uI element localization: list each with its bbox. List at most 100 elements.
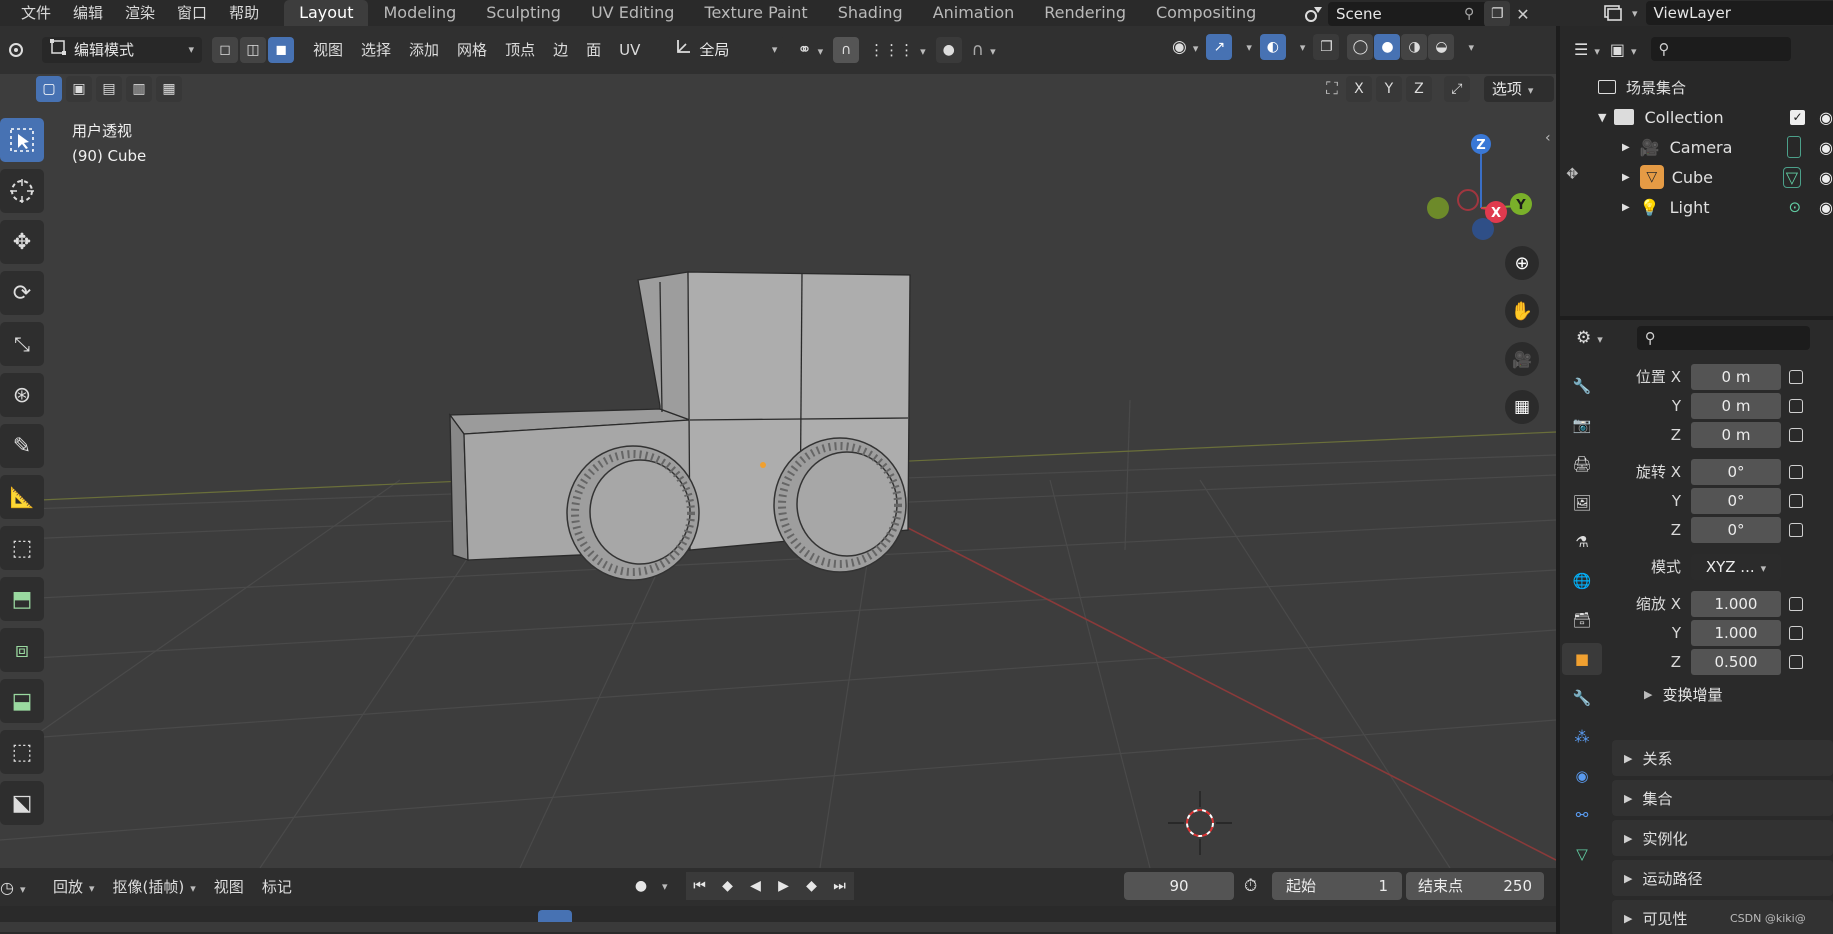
world-tab-icon[interactable]: 🌐: [1562, 565, 1602, 597]
render-tab-icon[interactable]: 📷: [1562, 409, 1602, 441]
timeline-view-menu[interactable]: 视图: [205, 873, 253, 901]
timeline-ruler[interactable]: [0, 906, 1556, 934]
pan-hand-icon[interactable]: ✋: [1505, 294, 1539, 328]
pivot-icon[interactable]: ⚭ ▾: [797, 40, 823, 60]
snap-increment-icon[interactable]: ⋮⋮⋮ ▾: [869, 41, 926, 59]
checkbox-icon[interactable]: ✓: [1790, 109, 1806, 125]
hierarchy-icon[interactable]: ⛖: [1566, 164, 1579, 184]
instancing-section[interactable]: ▶ 实例化: [1612, 820, 1833, 856]
menu-window[interactable]: 窗口: [166, 0, 218, 26]
move-tool-icon[interactable]: ✥: [0, 220, 44, 264]
outliner-scene-collection[interactable]: 场景集合: [1560, 72, 1833, 102]
end-frame-field[interactable]: 结束点 250: [1406, 872, 1544, 900]
proportional-edit-icon[interactable]: ●: [935, 37, 962, 63]
output-tab-icon[interactable]: 🖨: [1562, 448, 1602, 480]
properties-search-input[interactable]: ⚲: [1636, 326, 1810, 350]
perspective-toggle-icon[interactable]: ▦: [1505, 390, 1539, 424]
transform-tool-icon[interactable]: ⊛: [0, 373, 44, 417]
lock-icon[interactable]: [1789, 522, 1803, 537]
relations-section[interactable]: ▶ 关系: [1612, 740, 1833, 776]
timeline-scrollbar[interactable]: [0, 922, 1556, 932]
transform-orientation-dropdown[interactable]: 全局 ▾: [667, 37, 786, 63]
cursor-tool-icon[interactable]: [0, 169, 44, 213]
gizmo-icon[interactable]: ↗: [1206, 34, 1233, 60]
axis-z-toggle[interactable]: Z: [1405, 76, 1432, 102]
sidebar-toggle-icon[interactable]: ‹: [1545, 130, 1551, 146]
lock-icon[interactable]: [1789, 493, 1803, 508]
lock-icon[interactable]: [1789, 464, 1803, 479]
record-icon[interactable]: ●: [626, 872, 656, 900]
eye-icon[interactable]: ◉: [1819, 168, 1833, 187]
outliner-search-input[interactable]: ⚲: [1650, 37, 1791, 61]
menu-add[interactable]: 添加: [400, 36, 448, 64]
view-layer-icon[interactable]: [1600, 1, 1626, 25]
new-scene-icon[interactable]: ❐: [1484, 1, 1511, 27]
next-keyframe-icon[interactable]: ◆: [797, 872, 826, 900]
location-z-field[interactable]: 0 m: [1691, 421, 1781, 448]
tab-animation[interactable]: Animation: [918, 0, 1030, 26]
xray-icon[interactable]: ❐: [1313, 34, 1340, 60]
play-icon[interactable]: ▶: [769, 872, 798, 900]
outliner-item-light[interactable]: ▶ 💡 Light ⊙ ◉: [1560, 192, 1833, 222]
camera-view-icon[interactable]: 🎥: [1505, 342, 1539, 376]
modifier-tab-icon[interactable]: 🔧: [1562, 682, 1602, 714]
menu-edge[interactable]: 边: [544, 36, 577, 64]
scale-x-field[interactable]: 1.000: [1691, 590, 1781, 617]
close-scene-icon[interactable]: ✕: [1516, 5, 1529, 24]
edge-select-icon[interactable]: ◫: [240, 37, 266, 63]
collapse-triangle-icon[interactable]: ▼: [1598, 111, 1606, 124]
knife-tool-icon[interactable]: ⬕: [0, 781, 44, 825]
outliner-collection[interactable]: ▼ Collection ✓ ◉: [1560, 102, 1833, 132]
chevron-down-icon[interactable]: ▾: [1300, 41, 1306, 54]
outliner-item-cube[interactable]: ▶ ▽ Cube ▽ ◉: [1560, 162, 1833, 192]
rotation-z-field[interactable]: 0°: [1691, 516, 1781, 543]
expand-triangle-icon[interactable]: ▶: [1622, 202, 1630, 213]
timeline-editor-icon[interactable]: ◷ ▾: [0, 878, 30, 897]
scale-y-field[interactable]: 1.000: [1691, 619, 1781, 646]
rotation-mode-dropdown[interactable]: XYZ ... ▾: [1691, 553, 1781, 580]
scale-z-field[interactable]: 0.500: [1691, 648, 1781, 675]
menu-render[interactable]: 渲染: [114, 0, 166, 26]
tab-layout[interactable]: Layout: [284, 0, 369, 26]
chevron-down-icon[interactable]: ▾: [1246, 41, 1252, 54]
chevron-down-icon[interactable]: ▾: [662, 880, 668, 893]
stopwatch-icon[interactable]: ⏱: [1244, 876, 1257, 896]
expand-triangle-icon[interactable]: ▶: [1622, 142, 1630, 153]
lock-icon[interactable]: [1789, 369, 1803, 384]
face-select-icon[interactable]: ◼: [268, 37, 294, 63]
properties-editor-icon[interactable]: ⚙ ▾: [1576, 328, 1603, 348]
view-layer-field[interactable]: ViewLayer: [1645, 1, 1833, 25]
expand-triangle-icon[interactable]: ▶: [1622, 172, 1630, 183]
gizmo-neg-z[interactable]: [1470, 216, 1496, 242]
tab-sculpting[interactable]: Sculpting: [471, 0, 576, 26]
inset-tool-icon[interactable]: ⧈: [0, 628, 44, 672]
tab-uv-editing[interactable]: UV Editing: [576, 0, 689, 26]
editor-type-icon[interactable]: [0, 40, 36, 60]
menu-edit[interactable]: 编辑: [62, 0, 114, 26]
location-x-field[interactable]: 0 m: [1691, 363, 1781, 390]
tab-compositing[interactable]: Compositing: [1141, 0, 1271, 26]
measure-tool-icon[interactable]: 📐: [0, 475, 44, 519]
auto-merge-icon[interactable]: ⤢: [1443, 76, 1470, 102]
marker-menu[interactable]: 标记: [253, 873, 301, 901]
overlays-icon[interactable]: ◐: [1259, 34, 1286, 60]
start-frame-field[interactable]: 起始 1: [1272, 872, 1402, 900]
rotation-y-field[interactable]: 0°: [1691, 487, 1781, 514]
collections-section[interactable]: ▶ 集合: [1612, 780, 1833, 816]
rotate-tool-icon[interactable]: ⟳: [0, 271, 44, 315]
snap-icon[interactable]: ∩: [833, 37, 860, 63]
tool-tab-icon[interactable]: 🔧: [1562, 370, 1602, 402]
playback-menu[interactable]: 回放 ▾: [44, 873, 104, 901]
chevron-down-icon[interactable]: ▾: [1632, 7, 1638, 20]
mirror-icon[interactable]: ⛶: [1326, 79, 1338, 99]
lock-icon[interactable]: [1789, 654, 1803, 669]
camera-data-icon[interactable]: [1787, 136, 1802, 158]
mesh-data-icon[interactable]: ▽: [1782, 166, 1802, 188]
motion-paths-section[interactable]: ▶ 运动路径: [1612, 860, 1833, 896]
light-data-icon[interactable]: ⊙: [1788, 198, 1801, 216]
zoom-icon[interactable]: ⊕: [1505, 246, 1539, 280]
tab-modeling[interactable]: Modeling: [368, 0, 471, 26]
select-box-tool-icon[interactable]: [0, 118, 44, 162]
object-tab-icon[interactable]: ■: [1562, 643, 1602, 675]
wireframe-shading-icon[interactable]: ◯: [1347, 34, 1374, 60]
